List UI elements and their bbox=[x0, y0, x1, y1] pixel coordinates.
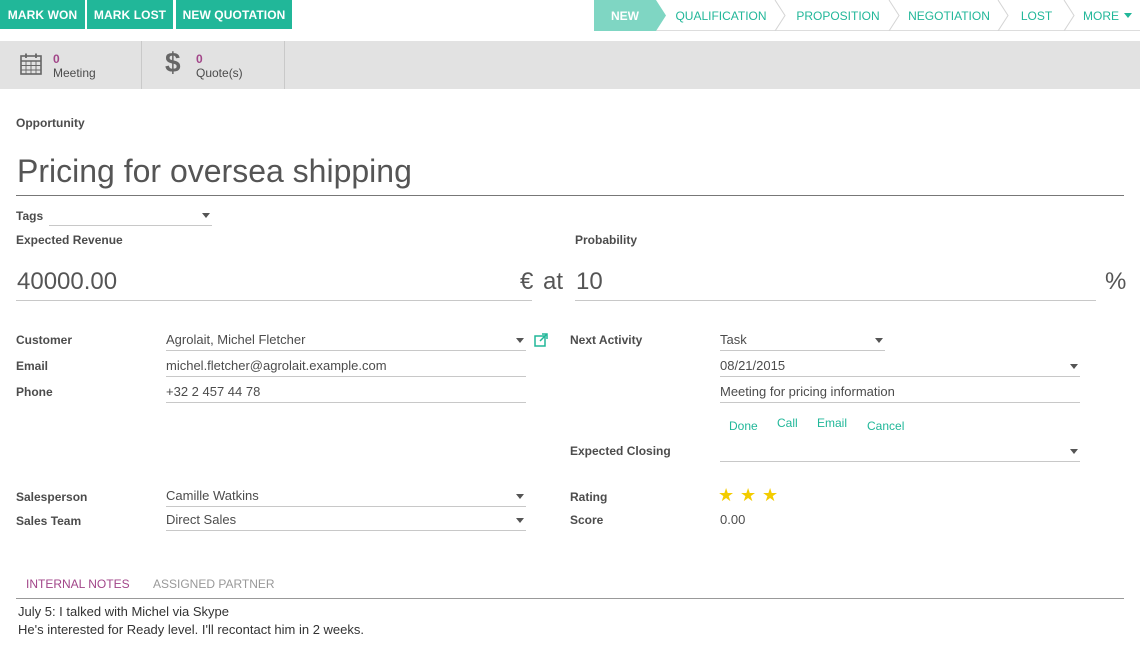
caret-down-icon bbox=[516, 338, 524, 343]
mark-won-button[interactable]: MARK WON bbox=[0, 0, 85, 29]
expected-revenue-field[interactable]: 40000.00 bbox=[16, 266, 532, 301]
tags-field[interactable] bbox=[49, 206, 212, 226]
stage-more-label: MORE bbox=[1083, 8, 1119, 23]
next-activity-date-value: 08/21/2015 bbox=[720, 358, 786, 373]
phone-label: Phone bbox=[16, 385, 53, 399]
caret-down-icon bbox=[516, 494, 524, 499]
meeting-label: Meeting bbox=[53, 66, 96, 80]
phone-field[interactable]: +32 2 457 44 78 bbox=[166, 383, 526, 403]
meeting-stat-button[interactable]: 0 Meeting bbox=[0, 41, 142, 89]
smart-button-bar: 0 Meeting $ 0 Quote(s) bbox=[0, 41, 1140, 89]
customer-field[interactable]: Agrolait, Michel Fletcher bbox=[166, 331, 526, 351]
notebook-tabs: INTERNAL NOTES ASSIGNED PARTNER bbox=[16, 570, 1124, 599]
stage-lost[interactable]: LOST bbox=[1009, 0, 1064, 31]
new-quotation-button[interactable]: NEW QUOTATION bbox=[176, 0, 292, 29]
sales-team-value: Direct Sales bbox=[166, 512, 237, 527]
expected-revenue-value: 40000.00 bbox=[17, 268, 118, 295]
next-activity-field[interactable]: Task bbox=[720, 331, 885, 351]
score-label: Score bbox=[570, 513, 604, 527]
next-activity-label: Next Activity bbox=[570, 333, 643, 347]
cancel-link[interactable]: Cancel bbox=[867, 419, 904, 433]
stage-arrow-icon bbox=[656, 0, 666, 31]
opportunity-title-field[interactable]: Pricing for oversea shipping bbox=[16, 150, 1124, 196]
dollar-icon: $ bbox=[165, 47, 181, 78]
percent-symbol: % bbox=[1105, 268, 1127, 295]
caret-down-icon bbox=[875, 338, 883, 343]
stage-bar: NEW QUALIFICATION PROPOSITION NEGOTIATIO… bbox=[594, 0, 1140, 31]
rating-label: Rating bbox=[570, 490, 608, 504]
caret-down-icon bbox=[1070, 364, 1078, 369]
stage-negotiation[interactable]: NEGOTIATION bbox=[900, 0, 998, 31]
stage-qualification[interactable]: QUALIFICATION bbox=[666, 0, 776, 31]
expected-closing-field[interactable] bbox=[720, 442, 1080, 462]
salesperson-value: Camille Watkins bbox=[166, 488, 259, 503]
internal-notes-editor[interactable]: July 5: I talked with Michel via Skype H… bbox=[18, 603, 1118, 639]
meeting-count: 0 bbox=[53, 52, 60, 66]
probability-value: 10 bbox=[576, 268, 603, 295]
expected-closing-label: Expected Closing bbox=[570, 444, 671, 458]
quotes-stat-button[interactable]: $ 0 Quote(s) bbox=[142, 41, 285, 89]
stage-proposition[interactable]: PROPOSITION bbox=[786, 0, 890, 31]
tab-assigned-partner[interactable]: ASSIGNED PARTNER bbox=[153, 577, 275, 591]
next-activity-value: Task bbox=[720, 332, 747, 347]
stage-new[interactable]: NEW bbox=[594, 0, 656, 31]
star-icon[interactable]: ★ bbox=[740, 486, 756, 504]
probability-label: Probability bbox=[575, 233, 638, 247]
phone-value: +32 2 457 44 78 bbox=[166, 384, 261, 399]
caret-down-icon bbox=[516, 518, 524, 523]
stage-separator-icon bbox=[997, 0, 1009, 31]
done-link[interactable]: Done bbox=[729, 419, 758, 433]
sales-team-label: Sales Team bbox=[16, 514, 82, 528]
next-activity-summary-value: Meeting for pricing information bbox=[720, 384, 895, 399]
section-label: Opportunity bbox=[16, 116, 85, 130]
quotes-count: 0 bbox=[196, 52, 203, 66]
next-activity-date-field[interactable]: 08/21/2015 bbox=[720, 357, 1080, 377]
caret-down-icon bbox=[1070, 449, 1078, 454]
probability-field[interactable]: 10 bbox=[575, 266, 1096, 301]
star-icon[interactable]: ★ bbox=[762, 486, 778, 504]
email-field[interactable]: michel.fletcher@agrolait.example.com bbox=[166, 357, 526, 377]
tags-label: Tags bbox=[16, 209, 44, 223]
email-label: Email bbox=[16, 359, 49, 373]
call-link[interactable]: Call bbox=[777, 416, 798, 430]
salesperson-label: Salesperson bbox=[16, 490, 88, 504]
sales-team-field[interactable]: Direct Sales bbox=[166, 511, 526, 531]
external-link-icon[interactable] bbox=[534, 333, 548, 347]
expected-revenue-label: Expected Revenue bbox=[16, 233, 123, 247]
note-line: He's interested for Ready level. I'll re… bbox=[18, 622, 365, 637]
top-action-bar: MARK WON MARK LOST NEW QUOTATION NEW QUA… bbox=[0, 0, 1140, 41]
at-text: at bbox=[543, 268, 564, 295]
stage-more[interactable]: MORE bbox=[1075, 0, 1140, 31]
currency-symbol: € bbox=[520, 268, 534, 295]
next-activity-summary-field[interactable]: Meeting for pricing information bbox=[720, 383, 1080, 403]
stage-separator-icon bbox=[774, 0, 786, 31]
star-icon[interactable]: ★ bbox=[718, 486, 734, 504]
note-line: July 5: I talked with Michel via Skype bbox=[18, 604, 229, 619]
caret-down-icon bbox=[1124, 13, 1132, 18]
email-link[interactable]: Email bbox=[817, 416, 847, 430]
customer-label: Customer bbox=[16, 333, 73, 347]
mark-lost-button[interactable]: MARK LOST bbox=[87, 0, 173, 29]
quotes-label: Quote(s) bbox=[196, 66, 243, 80]
salesperson-field[interactable]: Camille Watkins bbox=[166, 487, 526, 507]
calendar-icon bbox=[20, 53, 42, 75]
score-value: 0.00 bbox=[720, 512, 746, 527]
tab-internal-notes[interactable]: INTERNAL NOTES bbox=[26, 577, 130, 591]
customer-value: Agrolait, Michel Fletcher bbox=[166, 332, 306, 347]
caret-down-icon bbox=[202, 213, 210, 218]
email-value: michel.fletcher@agrolait.example.com bbox=[166, 358, 387, 373]
opportunity-title: Pricing for oversea shipping bbox=[17, 153, 412, 189]
stage-separator-icon bbox=[888, 0, 900, 31]
stage-separator-icon bbox=[1063, 0, 1075, 31]
